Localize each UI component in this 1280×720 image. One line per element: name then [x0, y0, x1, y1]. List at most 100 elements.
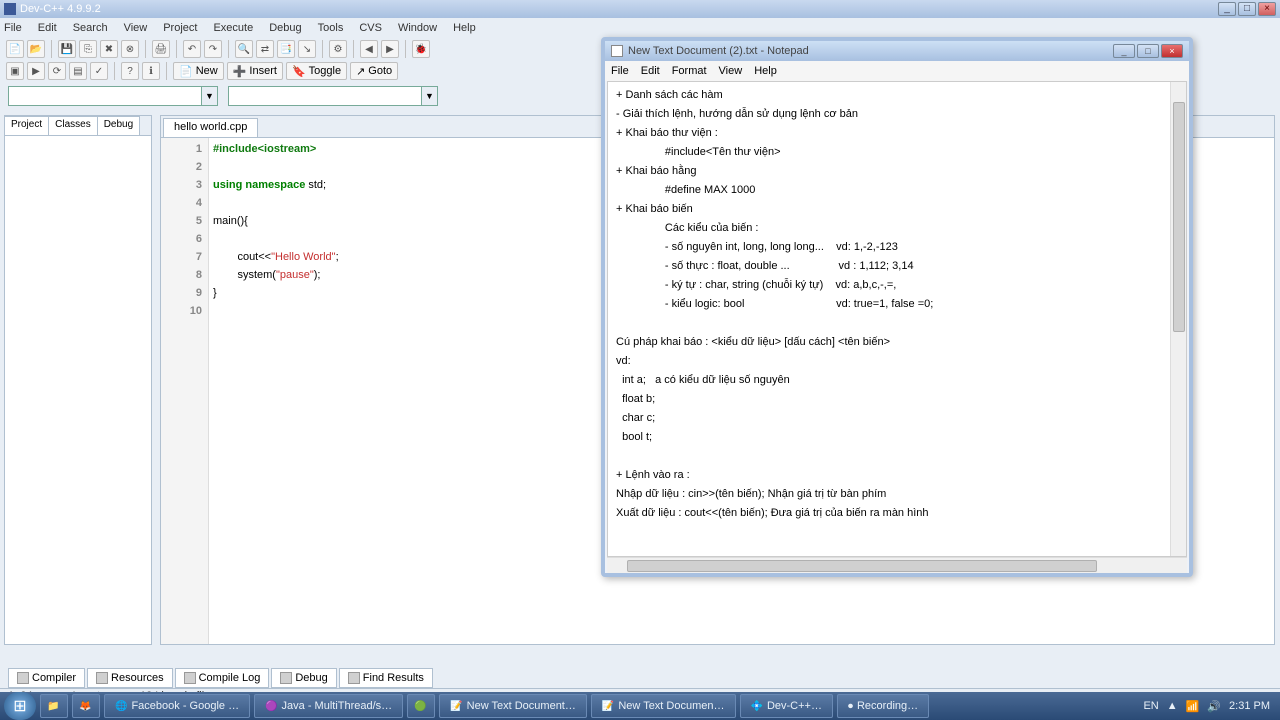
debug-icon[interactable]: 🐞 — [412, 40, 430, 58]
closeall-icon[interactable]: ⊗ — [121, 40, 139, 58]
btab-resources[interactable]: Resources — [87, 668, 173, 688]
nav-back-icon[interactable]: ◀ — [360, 40, 378, 58]
resources-icon — [96, 672, 108, 684]
line-gutter: 12345678910 — [161, 138, 209, 644]
menu-edit[interactable]: Edit — [38, 22, 57, 34]
close-button[interactable]: × — [1258, 2, 1276, 16]
btab-debug[interactable]: Debug — [271, 668, 336, 688]
saveall-icon[interactable]: ⎘ — [79, 40, 97, 58]
goto-button[interactable]: ↗Goto — [350, 62, 398, 80]
compilelog-icon — [184, 672, 196, 684]
task-explorer[interactable]: 📁 — [40, 694, 68, 718]
nav-fwd-icon[interactable]: ▶ — [381, 40, 399, 58]
debug2-icon[interactable]: ▤ — [69, 62, 87, 80]
menu-debug[interactable]: Debug — [269, 22, 301, 34]
open-icon[interactable]: 📂 — [27, 40, 45, 58]
task-notepad1[interactable]: 📝New Text Document… — [439, 694, 587, 718]
menu-window[interactable]: Window — [398, 22, 437, 34]
np-menu-view[interactable]: View — [719, 65, 743, 77]
insert-button[interactable]: ➕Insert — [227, 62, 283, 80]
np-scroll-thumb-h[interactable] — [627, 560, 1097, 572]
profile-icon[interactable]: ✓ — [90, 62, 108, 80]
btab-compiler[interactable]: Compiler — [8, 668, 85, 688]
tab-classes[interactable]: Classes — [49, 116, 98, 135]
code-lines: #include<iostream> using namespace std; … — [213, 140, 339, 302]
menu-view[interactable]: View — [124, 22, 148, 34]
find-icon[interactable]: 🔍 — [235, 40, 253, 58]
task-app5[interactable]: 🟢 — [407, 694, 435, 718]
devcpp-menubar: File Edit Search View Project Execute De… — [0, 18, 1280, 38]
np-menu-edit[interactable]: Edit — [641, 65, 660, 77]
function-combo[interactable]: ▼ — [228, 86, 438, 106]
editor-tab[interactable]: hello world.cpp — [163, 118, 258, 137]
tray-sound-icon[interactable]: 🔊 — [1207, 700, 1221, 713]
devcpp-title: Dev-C++ 4.9.9.2 — [20, 3, 101, 15]
np-menu-file[interactable]: File — [611, 65, 629, 77]
toggle-button[interactable]: 🔖Toggle — [286, 62, 347, 80]
np-close-button[interactable]: × — [1161, 44, 1183, 58]
notepad-body[interactable]: + Danh sách các hàm- Giải thích lệnh, hư… — [607, 81, 1187, 557]
minimize-button[interactable]: _ — [1218, 2, 1236, 16]
compile-run-icon[interactable]: ▣ — [6, 62, 24, 80]
tab-project[interactable]: Project — [5, 116, 49, 135]
findfiles-icon[interactable]: 📑 — [277, 40, 295, 58]
about-icon[interactable]: ℹ — [142, 62, 160, 80]
compile-icon[interactable]: ⚙ — [329, 40, 347, 58]
notepad-window: New Text Document (2).txt - Notepad _ □ … — [601, 37, 1193, 577]
replace-icon[interactable]: ⇄ — [256, 40, 274, 58]
task-app2[interactable]: 🦊 — [72, 694, 100, 718]
np-menu-format[interactable]: Format — [672, 65, 707, 77]
start-button[interactable] — [4, 692, 36, 720]
print-icon[interactable]: 🖨 — [152, 40, 170, 58]
np-maximize-button[interactable]: □ — [1137, 44, 1159, 58]
maximize-button[interactable]: □ — [1238, 2, 1256, 16]
system-tray: EN ▲ 📶 🔊 2:31 PM — [1143, 700, 1276, 713]
gotoline-icon[interactable]: ↘ — [298, 40, 316, 58]
menu-search[interactable]: Search — [73, 22, 108, 34]
debug-tab-icon — [280, 672, 292, 684]
windows-taskbar: 📁 🦊 🌐Facebook - Google … 🟣Java - MultiTh… — [0, 692, 1280, 720]
menu-project[interactable]: Project — [163, 22, 197, 34]
notepad-menubar: File Edit Format View Help — [605, 61, 1189, 81]
notepad-text[interactable]: + Danh sách các hàm- Giải thích lệnh, hư… — [608, 82, 1186, 527]
new-button[interactable]: 📄New — [173, 62, 224, 80]
tray-lang[interactable]: EN — [1143, 700, 1158, 712]
devcpp-titlebar: Dev-C++ 4.9.9.2 _ □ × — [0, 0, 1280, 18]
task-devcpp[interactable]: 💠Dev-C++… — [740, 694, 833, 718]
menu-tools[interactable]: Tools — [318, 22, 344, 34]
task-notepad2[interactable]: 📝New Text Documen… — [591, 694, 736, 718]
tray-network-icon[interactable]: 📶 — [1186, 700, 1200, 713]
menu-cvs[interactable]: CVS — [359, 22, 382, 34]
new-icon[interactable]: 📄 — [6, 40, 24, 58]
np-minimize-button[interactable]: _ — [1113, 44, 1135, 58]
menu-file[interactable]: File — [4, 22, 22, 34]
close-file-icon[interactable]: ✖ — [100, 40, 118, 58]
tray-time[interactable]: 2:31 PM — [1229, 700, 1270, 712]
undo-icon[interactable]: ↶ — [183, 40, 201, 58]
run-icon[interactable]: ▶ — [27, 62, 45, 80]
np-scrollbar-h[interactable] — [607, 557, 1187, 573]
findresults-icon — [348, 672, 360, 684]
tab-debug[interactable]: Debug — [98, 116, 140, 135]
btab-compilelog[interactable]: Compile Log — [175, 668, 270, 688]
btab-findresults[interactable]: Find Results — [339, 668, 433, 688]
save-icon[interactable]: 💾 — [58, 40, 76, 58]
devcpp-icon — [4, 3, 16, 15]
help-icon[interactable]: ? — [121, 62, 139, 80]
np-scrollbar-v[interactable] — [1170, 82, 1186, 556]
menu-execute[interactable]: Execute — [213, 22, 253, 34]
np-scroll-thumb-v[interactable] — [1173, 102, 1185, 332]
task-eclipse[interactable]: 🟣Java - MultiThread/s… — [254, 694, 403, 718]
notepad-icon — [611, 45, 623, 57]
menu-help[interactable]: Help — [453, 22, 476, 34]
redo-icon[interactable]: ↷ — [204, 40, 222, 58]
np-menu-help[interactable]: Help — [754, 65, 777, 77]
task-chrome[interactable]: 🌐Facebook - Google … — [104, 694, 250, 718]
notepad-title: New Text Document (2).txt - Notepad — [628, 45, 809, 57]
rebuild-icon[interactable]: ⟳ — [48, 62, 66, 80]
tray-flag-icon[interactable]: ▲ — [1167, 700, 1178, 712]
task-recording[interactable]: ⏺Recording… — [837, 694, 929, 718]
project-panel: Project Classes Debug — [4, 115, 152, 645]
notepad-titlebar[interactable]: New Text Document (2).txt - Notepad _ □ … — [605, 41, 1189, 61]
class-combo[interactable]: ▼ — [8, 86, 218, 106]
